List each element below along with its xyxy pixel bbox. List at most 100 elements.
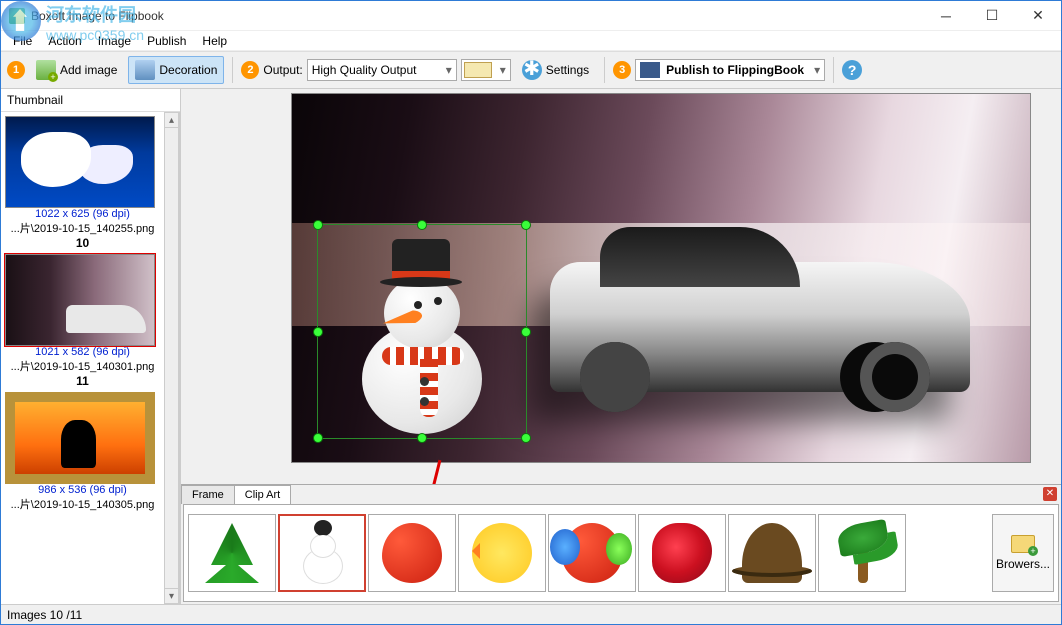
- canvas-area: Frame Clip Art ✕ Browers...: [181, 89, 1061, 604]
- clipart-rose[interactable]: [638, 514, 726, 592]
- decoration-icon: [135, 60, 155, 80]
- help-button[interactable]: ?: [842, 60, 862, 80]
- status-text: Images 10 /11: [7, 608, 82, 622]
- thumbnail-path: ...片\2019-10-15_140255.png: [5, 220, 160, 236]
- book-icon: [640, 62, 660, 78]
- toolbar: 1 Add image Decoration 2 Output: High Qu…: [1, 51, 1061, 89]
- thumbnail-image: [5, 116, 155, 208]
- thumbnail-sidebar: Thumbnail 1022 x 625 (96 dpi) ...片\2019-…: [1, 89, 181, 604]
- clipart-row: Browers...: [183, 504, 1059, 602]
- canvas-viewport[interactable]: [181, 89, 1061, 484]
- settings-label: Settings: [546, 63, 589, 77]
- settings-button[interactable]: Settings: [515, 56, 596, 84]
- decoration-button[interactable]: Decoration: [128, 56, 224, 84]
- clipart-balloon[interactable]: [368, 514, 456, 592]
- clipart-balloons[interactable]: [548, 514, 636, 592]
- thumbnail-path: ...片\2019-10-15_140301.png: [5, 358, 160, 374]
- thumbnail-list[interactable]: 1022 x 625 (96 dpi) ...片\2019-10-15_1402…: [1, 112, 164, 604]
- publish-dropdown[interactable]: Publish to FlippingBook: [635, 59, 825, 81]
- main-area: Thumbnail 1022 x 625 (96 dpi) ...片\2019-…: [1, 89, 1061, 604]
- book-style-select[interactable]: [461, 59, 511, 81]
- scroll-up-button[interactable]: ▴: [164, 112, 179, 128]
- status-bar: Images 10 /11: [1, 604, 1061, 624]
- resize-handle-n[interactable]: [417, 220, 427, 230]
- scroll-track[interactable]: [164, 128, 179, 588]
- canvas-image[interactable]: [291, 93, 1031, 463]
- step-3-badge: 3: [613, 61, 631, 79]
- output-label: Output:: [263, 63, 302, 77]
- add-image-button[interactable]: Add image: [29, 56, 124, 84]
- thumbnail-header: Thumbnail: [1, 89, 180, 112]
- panel-close-button[interactable]: ✕: [1043, 487, 1057, 501]
- output-quality-select[interactable]: High Quality Output: [307, 59, 457, 81]
- publish-label: Publish to FlippingBook: [666, 63, 804, 77]
- resize-handle-e[interactable]: [521, 327, 531, 337]
- decoration-panel: Frame Clip Art ✕ Browers...: [181, 484, 1061, 604]
- tab-clipart[interactable]: Clip Art: [234, 485, 291, 504]
- annotation-arrow-icon: [420, 460, 442, 484]
- add-image-label: Add image: [60, 63, 117, 77]
- rose-icon: [652, 523, 712, 583]
- thumbnail-image: [5, 254, 155, 346]
- tree-icon: [202, 523, 262, 583]
- step-1-badge: 1: [7, 61, 25, 79]
- toolbar-separator: [604, 57, 605, 83]
- thumbnail-number: 11: [5, 374, 160, 388]
- balloons-icon: [562, 523, 622, 583]
- menu-help[interactable]: Help: [194, 32, 235, 50]
- scroll-down-button[interactable]: ▾: [164, 588, 179, 604]
- snowman-icon: [292, 523, 352, 583]
- clipart-palm[interactable]: [818, 514, 906, 592]
- maximize-button[interactable]: ☐: [969, 1, 1015, 31]
- title-bar: Boxoft Image to Flipbook ─ ☐ ✕: [1, 1, 1061, 31]
- browse-button[interactable]: Browers...: [992, 514, 1054, 592]
- book-style-icon: [464, 62, 492, 78]
- toolbar-separator: [232, 57, 233, 83]
- selection-box[interactable]: [317, 224, 527, 439]
- menu-action[interactable]: Action: [40, 32, 89, 50]
- close-button[interactable]: ✕: [1015, 1, 1061, 31]
- thumbnail-number: 10: [5, 236, 160, 250]
- clipart-strip[interactable]: [188, 514, 992, 592]
- palm-icon: [832, 523, 892, 583]
- menu-image[interactable]: Image: [90, 32, 139, 50]
- thumbnail-dims: 1021 x 582 (96 dpi): [5, 346, 160, 358]
- thumbnail-path: ...片\2019-10-15_140305.png: [5, 496, 160, 512]
- resize-handle-nw[interactable]: [313, 220, 323, 230]
- car-wheel: [860, 342, 930, 412]
- thumbnail-item[interactable]: 1021 x 582 (96 dpi) ...片\2019-10-15_1403…: [5, 254, 160, 388]
- gear-icon: [522, 60, 542, 80]
- thumbnail-scrollbar[interactable]: ▴ ▾: [164, 112, 180, 604]
- minimize-button[interactable]: ─: [923, 1, 969, 31]
- thumbnail-item[interactable]: 1022 x 625 (96 dpi) ...片\2019-10-15_1402…: [5, 116, 160, 250]
- thumbnail-item[interactable]: 986 x 536 (96 dpi) ...片\2019-10-15_14030…: [5, 392, 160, 512]
- thumbnail-dims: 1022 x 625 (96 dpi): [5, 208, 160, 220]
- resize-handle-s[interactable]: [417, 433, 427, 443]
- resize-handle-se[interactable]: [521, 433, 531, 443]
- decoration-label: Decoration: [159, 63, 217, 77]
- clipart-hat[interactable]: [728, 514, 816, 592]
- resize-handle-w[interactable]: [313, 327, 323, 337]
- window-title: Boxoft Image to Flipbook: [31, 9, 923, 23]
- thumbnail-dims: 986 x 536 (96 dpi): [5, 484, 160, 496]
- chick-icon: [472, 523, 532, 583]
- menu-bar: File Action Image Publish Help: [1, 31, 1061, 51]
- decoration-tabs: Frame Clip Art ✕: [181, 485, 1061, 504]
- step-2-badge: 2: [241, 61, 259, 79]
- clipart-tree[interactable]: [188, 514, 276, 592]
- output-quality-value: High Quality Output: [312, 63, 417, 77]
- toolbar-separator: [833, 57, 834, 83]
- add-image-icon: [36, 60, 56, 80]
- tab-frame[interactable]: Frame: [181, 485, 235, 504]
- resize-handle-ne[interactable]: [521, 220, 531, 230]
- clipart-chick[interactable]: [458, 514, 546, 592]
- menu-publish[interactable]: Publish: [139, 32, 194, 50]
- hat-icon: [742, 523, 802, 583]
- app-icon: [9, 8, 25, 24]
- thumbnail-image: [5, 392, 155, 484]
- balloon-icon: [382, 523, 442, 583]
- menu-file[interactable]: File: [5, 32, 40, 50]
- clipart-snowman[interactable]: [278, 514, 366, 592]
- folder-icon: [1011, 535, 1035, 553]
- resize-handle-sw[interactable]: [313, 433, 323, 443]
